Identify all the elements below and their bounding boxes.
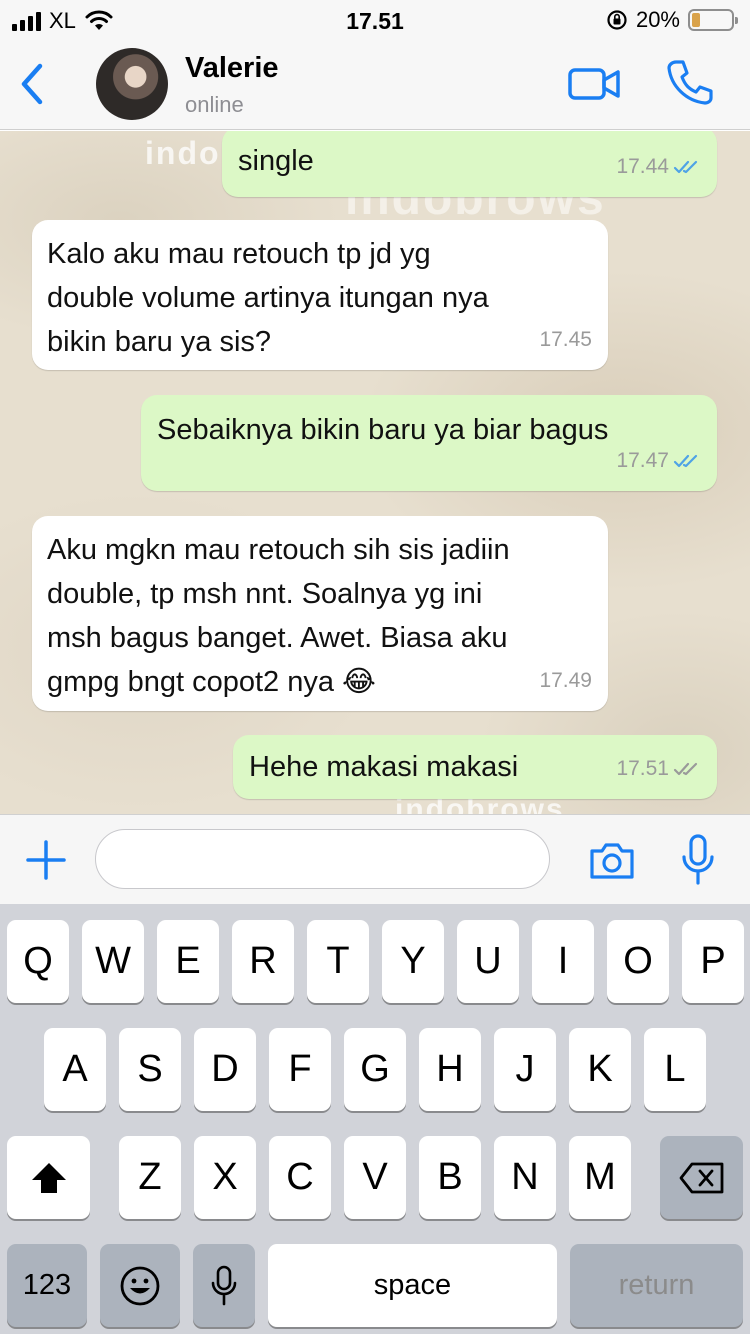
backspace-icon [679,1162,723,1193]
chat-area[interactable]: indobrows indobrows indobrows single 17.… [0,131,750,814]
shift-icon [31,1162,66,1193]
key-f[interactable]: F [269,1028,331,1111]
key-z[interactable]: Z [119,1136,181,1219]
battery-percent: 20% [635,7,680,32]
key-d[interactable]: D [194,1028,256,1111]
key-h[interactable]: H [419,1028,481,1111]
key-t[interactable]: T [307,920,369,1003]
key-m[interactable]: M [569,1136,631,1219]
key-q[interactable]: Q [7,920,69,1003]
message-incoming[interactable]: Kalo aku mau retouch tp jd yg double vol… [32,220,608,370]
key-a[interactable]: A [44,1028,106,1111]
message-outgoing[interactable]: single 17.44 [222,131,717,197]
chat-header: Valerie online [0,40,750,130]
key-w[interactable]: W [82,920,144,1003]
keyboard: Q W E R T Y U I O P A S D F G H J K L Z … [0,904,750,1334]
message-text: Kalo aku mau retouch tp jd yg double vol… [47,238,489,358]
plus-icon [26,840,66,880]
message-time: 17.51 [616,757,669,780]
message-meta: 17.45 [539,318,592,362]
key-l[interactable]: L [644,1028,706,1111]
message-time: 17.44 [616,155,669,178]
contact-name[interactable]: Valerie [185,52,279,85]
video-camera-icon [568,68,620,100]
key-u[interactable]: U [457,920,519,1003]
microphone-icon [682,834,714,885]
voice-message-button[interactable] [680,833,716,887]
message-input[interactable] [95,829,550,889]
return-key[interactable]: return [570,1244,743,1327]
message-time: 17.45 [539,328,592,351]
read-receipt-icon [673,454,698,468]
message-meta: 17.44 [616,145,701,189]
message-meta: 17.51 [616,747,701,791]
emoji-key[interactable] [100,1244,180,1327]
chevron-left-icon [21,63,43,105]
message-meta: 17.49 [539,659,592,703]
key-e[interactable]: E [157,920,219,1003]
message-input-bar [0,814,750,904]
numbers-key[interactable]: 123 [7,1244,87,1327]
backspace-key[interactable] [660,1136,743,1219]
key-b[interactable]: B [419,1136,481,1219]
key-g[interactable]: G [344,1028,406,1111]
key-s[interactable]: S [119,1028,181,1111]
key-o[interactable]: O [607,920,669,1003]
key-v[interactable]: V [344,1136,406,1219]
avatar[interactable] [96,48,168,120]
key-r[interactable]: R [232,920,294,1003]
delivered-receipt-icon [673,762,698,776]
key-j[interactable]: J [494,1028,556,1111]
key-n[interactable]: N [494,1136,556,1219]
attach-button[interactable] [24,838,68,882]
camera-button[interactable] [588,839,636,881]
camera-icon [590,843,634,879]
message-meta: 17.47 [616,439,701,483]
read-receipt-icon [673,160,698,174]
key-x[interactable]: X [194,1136,256,1219]
key-c[interactable]: C [269,1136,331,1219]
battery-level [692,13,700,27]
microphone-icon [211,1265,237,1305]
key-y[interactable]: Y [382,920,444,1003]
message-text: Aku mgkn mau retouch sih sis jadiin doub… [47,534,510,698]
orientation-lock-icon [607,10,627,30]
space-key[interactable]: space [268,1244,557,1327]
contact-status: online [185,92,244,117]
back-button[interactable] [14,58,54,110]
shift-key[interactable] [7,1136,90,1219]
message-outgoing[interactable]: Sebaiknya bikin baru ya biar bagus 17.47 [141,395,717,491]
phone-icon [667,60,713,105]
message-outgoing[interactable]: Hehe makasi makasi 17.51 [233,735,717,799]
key-i[interactable]: I [532,920,594,1003]
message-time: 17.47 [616,449,669,472]
status-right: 20% [606,7,738,33]
battery-icon [688,9,738,31]
key-k[interactable]: K [569,1028,631,1111]
status-bar: XL 17.51 20% [0,0,750,40]
key-p[interactable]: P [682,920,744,1003]
video-call-button[interactable] [568,64,622,104]
dictation-key[interactable] [193,1244,255,1327]
message-time: 17.49 [539,669,592,692]
message-incoming[interactable]: Aku mgkn mau retouch sih sis jadiin doub… [32,516,608,711]
emoji-icon [120,1266,160,1305]
voice-call-button[interactable] [666,58,714,106]
